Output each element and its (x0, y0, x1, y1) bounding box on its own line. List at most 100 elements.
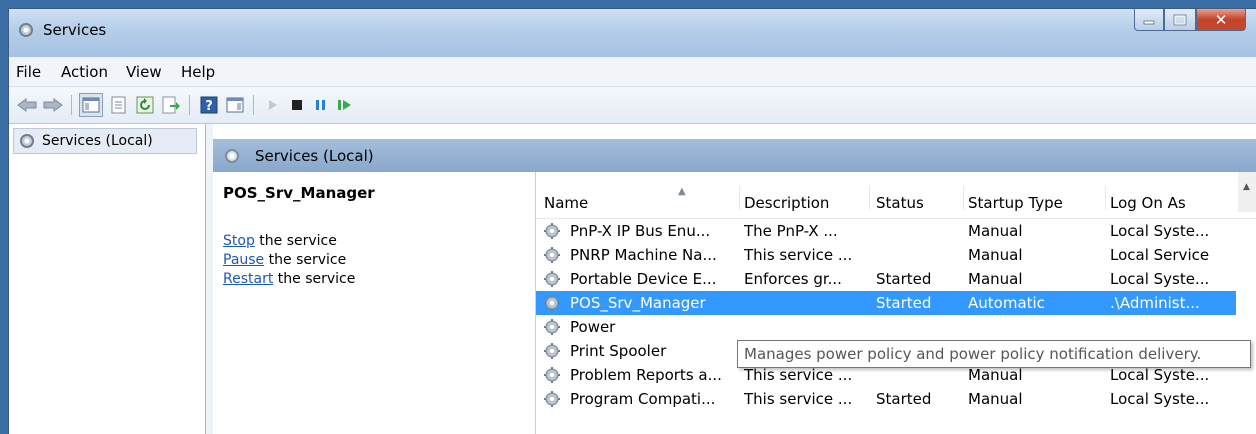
services-gear-icon (225, 149, 239, 163)
table-row[interactable]: Program Compati... This service ... Starte… (536, 387, 1236, 411)
cell-logon: Local Syste... (1110, 366, 1210, 384)
column-header-description[interactable]: Description (744, 186, 870, 212)
services-gear-icon (19, 23, 33, 37)
cell-description: Enforces gr... (744, 270, 842, 288)
column-header-row: Name ▲ Description Status Startup Type L… (536, 172, 1256, 219)
table-row[interactable]: PNRP Machine Na... This service ... Manual… (536, 243, 1236, 267)
show-hide-tree-icon (82, 97, 100, 113)
menu-view[interactable]: View (126, 63, 162, 81)
cell-name: Print Spooler (570, 342, 667, 360)
cell-logon: Local Syste... (1110, 222, 1210, 240)
export-list-button[interactable] (159, 93, 183, 117)
close-button[interactable]: ✕ (1196, 9, 1246, 31)
service-gear-icon (543, 222, 561, 240)
menu-action[interactable]: Action (61, 63, 108, 81)
cell-startup: Automatic (968, 294, 1045, 312)
help-button[interactable]: ? (197, 93, 221, 117)
cell-logon: .\Administ... (1110, 294, 1200, 312)
cell-logon: Local Service (1110, 246, 1210, 264)
maximize-button[interactable] (1164, 9, 1196, 31)
cell-logon: Local Syste... (1110, 390, 1210, 408)
column-header-description-label: Description (744, 194, 830, 212)
export-list-icon (162, 96, 180, 114)
column-header-name[interactable]: Name ▲ (544, 186, 740, 212)
results-pane-title: Services (Local) (255, 147, 374, 165)
cell-startup: Manual (968, 222, 1023, 240)
vertical-scrollbar[interactable]: ▲ (1238, 172, 1256, 212)
column-header-status[interactable]: Status (876, 186, 964, 212)
minimize-button[interactable] (1134, 9, 1164, 31)
selected-service-name: POS_Srv_Manager (223, 184, 375, 202)
service-gear-icon (543, 270, 561, 288)
back-icon (17, 98, 37, 112)
column-header-name-label: Name (544, 194, 589, 212)
stop-service-text: the service (254, 233, 337, 249)
description-tooltip: Manages power policy and power policy no… (737, 340, 1251, 368)
scroll-up-arrow-icon: ▲ (1243, 182, 1250, 192)
pause-service-link[interactable]: Pause (223, 252, 264, 268)
refresh-icon (136, 96, 154, 114)
pause-service-button[interactable] (309, 93, 333, 117)
stop-service-button[interactable] (285, 93, 309, 117)
column-header-startup-type[interactable]: Startup Type (968, 186, 1106, 212)
console-tree: Services (Local) (9, 124, 206, 434)
back-button[interactable] (15, 93, 39, 117)
stop-service-link[interactable]: Stop (223, 233, 255, 249)
column-header-startup-type-label: Startup Type (968, 194, 1063, 212)
services-window: Services ✕ File Action View Help ? Servi… (8, 8, 1256, 434)
cell-status: Started (876, 294, 932, 312)
properties-icon (111, 96, 126, 114)
resume-service-icon (338, 100, 351, 110)
minimize-icon (1143, 20, 1155, 24)
service-gear-icon (543, 342, 561, 360)
action-pane-button[interactable] (223, 93, 247, 117)
menu-help[interactable]: Help (181, 63, 215, 81)
pause-service-icon (316, 100, 325, 110)
maximize-icon (1173, 14, 1187, 25)
forward-button[interactable] (41, 93, 65, 117)
cell-name: Portable Device E... (570, 270, 717, 288)
cell-name: PNRP Machine Na... (570, 246, 717, 264)
help-icon: ? (200, 96, 218, 114)
toolbar: ? (9, 87, 1256, 124)
cell-name: PnP-X IP Bus Enu... (570, 222, 711, 240)
window-title: Services (43, 21, 107, 39)
menu-bar: File Action View Help (9, 58, 1256, 87)
table-row[interactable]: PnP-X IP Bus Enu... The PnP-X ... Manual Lo… (536, 219, 1236, 243)
tree-item-services-local[interactable]: Services (Local) (13, 128, 197, 154)
cell-status: Started (876, 270, 932, 288)
svg-text:?: ? (205, 99, 213, 114)
services-gear-icon (20, 134, 34, 148)
refresh-button[interactable] (133, 93, 157, 117)
tree-item-label: Services (Local) (42, 133, 153, 149)
cell-name: Power (570, 318, 616, 336)
show-hide-tree-button[interactable] (79, 93, 103, 117)
cell-startup: Manual (968, 366, 1023, 384)
cell-description: The PnP-X ... (744, 222, 838, 240)
properties-button[interactable] (107, 93, 131, 117)
start-service-button[interactable] (261, 93, 285, 117)
restart-service-link[interactable]: Restart (223, 271, 273, 287)
resume-service-button[interactable] (333, 93, 357, 117)
cell-description: This service ... (744, 390, 853, 408)
cell-name: Problem Reports a... (570, 366, 722, 384)
title-bar[interactable]: Services ✕ (9, 9, 1256, 57)
table-row[interactable]: Power (536, 315, 1236, 339)
service-gear-icon (543, 318, 561, 336)
cell-name: Program Compati... (570, 390, 716, 408)
action-pane-icon (226, 97, 244, 113)
results-pane: Services (Local) POS_Srv_Manager Stop th… (213, 124, 1256, 434)
table-row-selected[interactable]: POS_Srv_Manager Started Automatic .\Adminis… (536, 291, 1236, 315)
cell-startup: Manual (968, 270, 1023, 288)
menu-file[interactable]: File (16, 63, 41, 81)
service-gear-icon (543, 366, 561, 384)
column-header-status-label: Status (876, 194, 924, 212)
start-service-icon (269, 100, 277, 110)
table-row[interactable]: Portable Device E... Enforces gr... Starte… (536, 267, 1236, 291)
close-icon: ✕ (1214, 10, 1228, 29)
cell-logon: Local Syste... (1110, 270, 1210, 288)
services-list: Name ▲ Description Status Startup Type L… (535, 172, 1256, 434)
service-gear-icon (543, 390, 561, 408)
column-header-log-on-as[interactable]: Log On As (1110, 186, 1230, 212)
restart-service-text: the service (273, 271, 356, 287)
